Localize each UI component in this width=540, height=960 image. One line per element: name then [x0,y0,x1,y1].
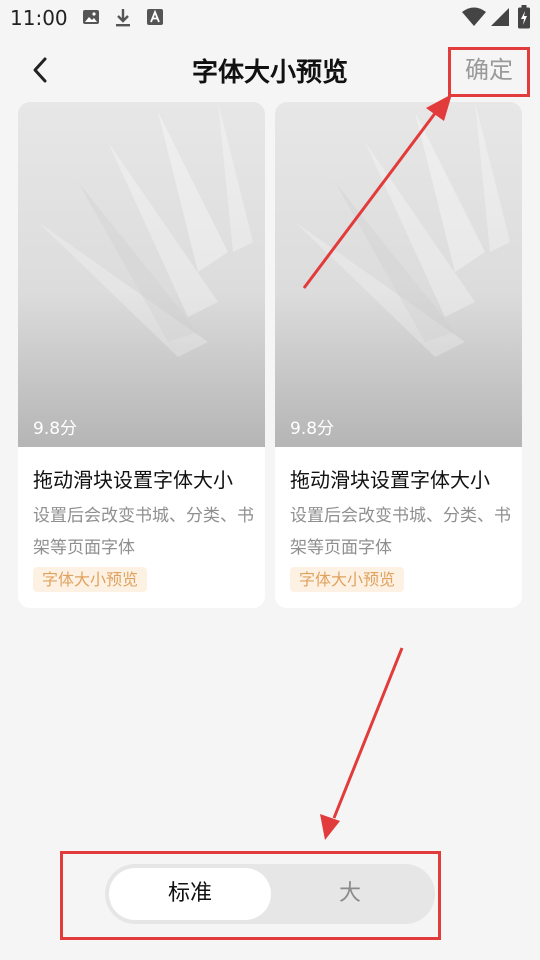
annotation-arrow-to-confirm [302,94,452,289]
size-option-large[interactable]: 大 [269,868,431,920]
font-size-toggle: 标准 大 [105,864,435,924]
size-option-standard[interactable]: 标准 [109,868,271,920]
annotation-arrow-to-toggle [320,647,404,840]
annotation-arrows [302,94,452,840]
font-size-preview-screen: 11:00 字体大小预览 确定 9.8分 拖动滑块设置字体大小 设置后会改变书城… [0,0,540,960]
